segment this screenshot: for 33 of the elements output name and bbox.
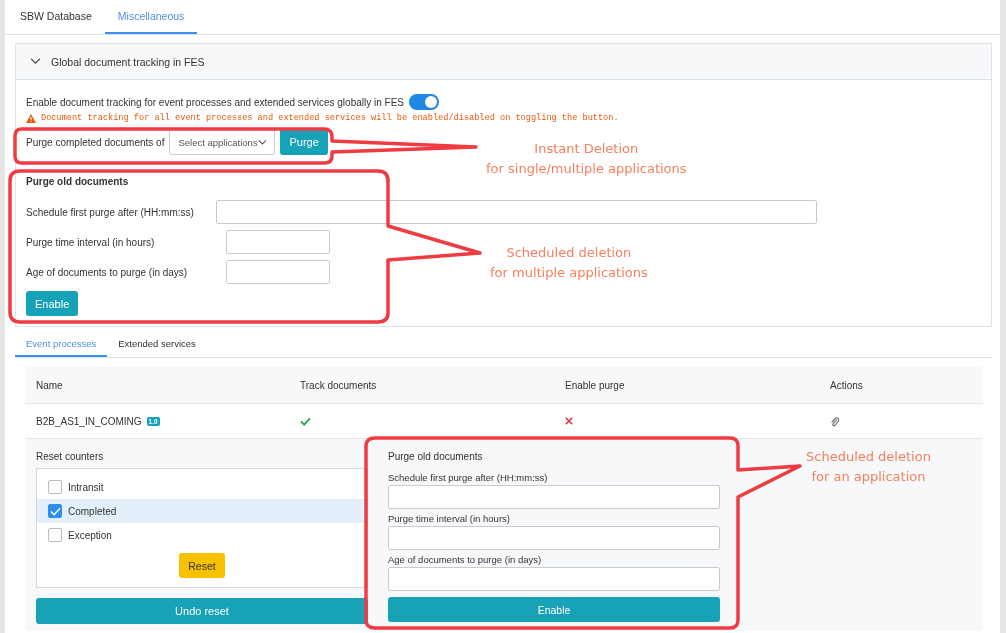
annotation-text: Scheduled deletion for multiple applications [490, 244, 648, 282]
field-label: Schedule first purge after (HH:mm:ss) [26, 206, 195, 218]
annotation-text: Scheduled deletion for an application [806, 448, 931, 486]
column-header: Name [35, 379, 64, 391]
panel-title: Global document tracking in FES [51, 55, 205, 68]
table-cell: B2B_AS1_IN_COMING [36, 415, 142, 427]
column-header: Track documents [299, 379, 378, 391]
option-label: Intransit [68, 481, 104, 493]
counter-option[interactable]: Intransit [37, 475, 367, 499]
column-header: Actions [829, 379, 864, 391]
reset-button[interactable]: Reset [179, 553, 225, 578]
section-title: Reset counters [36, 451, 105, 462]
tab[interactable]: SBW Database [7, 0, 105, 34]
applications-select[interactable]: Select applications [169, 129, 276, 155]
field-label: Purge time interval (in hours) [26, 236, 156, 248]
purge-label: Purge completed documents of [26, 136, 165, 148]
panel-header[interactable]: Global document tracking in FES [16, 44, 991, 80]
section-title: Purge old documents [388, 451, 484, 462]
column-header: Enable purge [564, 379, 626, 391]
annotation-text: Instant Deletion for single/multiple applications [486, 140, 687, 178]
warning-text: Document tracking for all event processes and extended services will be enabled/disabled on toggling the button. [41, 113, 619, 123]
tab[interactable]: Extended services [107, 331, 207, 357]
field-label: Age of documents to purge (in days) [388, 554, 543, 565]
toggle-label: Enable document tracking for event processes and extended services globally in FES [26, 96, 404, 108]
tab[interactable]: Event processes [15, 331, 108, 357]
field-label: Age of documents to purge (in days) [26, 266, 189, 278]
field-label: Schedule first purge after (HH:mm:ss) [388, 472, 549, 483]
counter-option[interactable]: Completed [37, 499, 367, 523]
field-label: Purge time interval (in hours) [388, 513, 511, 524]
counter-option[interactable]: Exception [37, 523, 367, 547]
option-label: Completed [68, 505, 117, 517]
section-title: Purge old documents [26, 176, 130, 187]
option-label: Exception [68, 529, 112, 541]
